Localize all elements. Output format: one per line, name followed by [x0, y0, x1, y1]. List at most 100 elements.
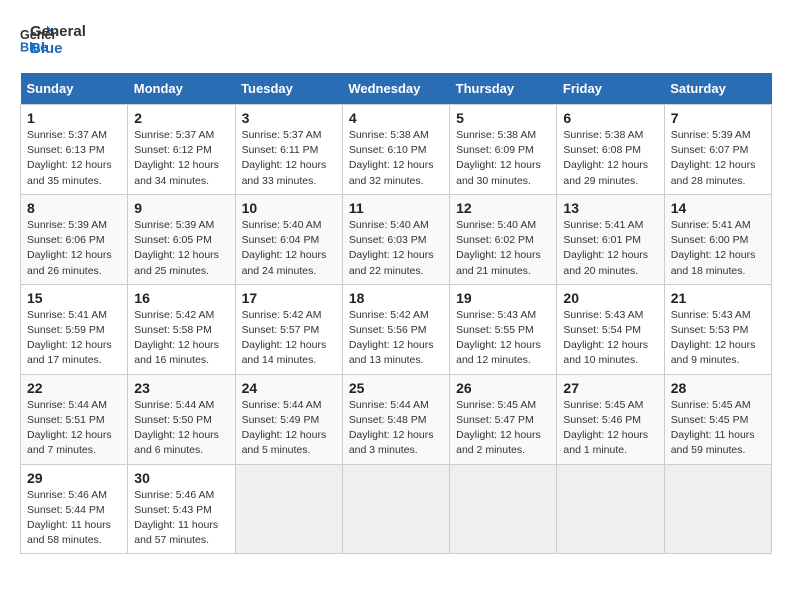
calendar-cell: 19 Sunrise: 5:43 AMSunset: 5:55 PMDayligh… [450, 284, 557, 374]
day-number: 15 [27, 290, 121, 306]
calendar-cell: 3 Sunrise: 5:37 AMSunset: 6:11 PMDaylight… [235, 105, 342, 195]
day-number: 2 [134, 110, 228, 126]
calendar-cell: 13 Sunrise: 5:41 AMSunset: 6:01 PMDayligh… [557, 194, 664, 284]
weekday-header-wednesday: Wednesday [342, 73, 449, 105]
calendar-cell [557, 464, 664, 554]
weekday-header-tuesday: Tuesday [235, 73, 342, 105]
calendar-cell: 15 Sunrise: 5:41 AMSunset: 5:59 PMDayligh… [21, 284, 128, 374]
day-number: 10 [242, 200, 336, 216]
weekday-header-friday: Friday [557, 73, 664, 105]
calendar-cell: 28 Sunrise: 5:45 AMSunset: 5:45 PMDayligh… [664, 374, 771, 464]
day-info: Sunrise: 5:41 AMSunset: 6:00 PMDaylight:… [671, 218, 765, 279]
weekday-header-saturday: Saturday [664, 73, 771, 105]
day-number: 6 [563, 110, 657, 126]
page-header: General Blue General Blue [20, 20, 772, 57]
day-number: 29 [27, 470, 121, 486]
day-number: 18 [349, 290, 443, 306]
day-info: Sunrise: 5:40 AMSunset: 6:03 PMDaylight:… [349, 218, 443, 279]
calendar-cell: 14 Sunrise: 5:41 AMSunset: 6:00 PMDayligh… [664, 194, 771, 284]
calendar-cell: 22Sunrise: 5:44 AMSunset: 5:51 PMDayligh… [21, 374, 128, 464]
day-number: 28 [671, 380, 765, 396]
calendar-week-5: 29 Sunrise: 5:46 AMSunset: 5:44 PMDayligh… [21, 464, 772, 554]
day-info: Sunrise: 5:41 AMSunset: 5:59 PMDaylight:… [27, 308, 121, 369]
calendar-cell: 5 Sunrise: 5:38 AMSunset: 6:09 PMDaylight… [450, 105, 557, 195]
calendar-cell: 2 Sunrise: 5:37 AMSunset: 6:12 PMDaylight… [128, 105, 235, 195]
calendar-cell: 26 Sunrise: 5:45 AMSunset: 5:47 PMDayligh… [450, 374, 557, 464]
calendar-week-2: 8 Sunrise: 5:39 AMSunset: 6:06 PMDaylight… [21, 194, 772, 284]
calendar-week-4: 22Sunrise: 5:44 AMSunset: 5:51 PMDayligh… [21, 374, 772, 464]
weekday-header-row: SundayMondayTuesdayWednesdayThursdayFrid… [21, 73, 772, 105]
calendar-body: 1 Sunrise: 5:37 AMSunset: 6:13 PMDaylight… [21, 105, 772, 554]
day-number: 11 [349, 200, 443, 216]
weekday-header-sunday: Sunday [21, 73, 128, 105]
day-number: 14 [671, 200, 765, 216]
day-info: Sunrise: 5:45 AMSunset: 5:47 PMDaylight:… [456, 398, 550, 459]
day-number: 21 [671, 290, 765, 306]
day-number: 13 [563, 200, 657, 216]
calendar-cell: 21Sunrise: 5:43 AMSunset: 5:53 PMDayligh… [664, 284, 771, 374]
day-info: Sunrise: 5:42 AMSunset: 5:58 PMDaylight:… [134, 308, 228, 369]
day-info: Sunrise: 5:43 AMSunset: 5:54 PMDaylight:… [563, 308, 657, 369]
day-info: Sunrise: 5:46 AMSunset: 5:44 PMDaylight:… [27, 488, 121, 549]
day-number: 7 [671, 110, 765, 126]
calendar-cell: 12Sunrise: 5:40 AMSunset: 6:02 PMDayligh… [450, 194, 557, 284]
day-number: 26 [456, 380, 550, 396]
day-number: 22 [27, 380, 121, 396]
day-info: Sunrise: 5:37 AMSunset: 6:11 PMDaylight:… [242, 128, 336, 189]
calendar-cell: 8 Sunrise: 5:39 AMSunset: 6:06 PMDaylight… [21, 194, 128, 284]
day-number: 4 [349, 110, 443, 126]
day-info: Sunrise: 5:37 AMSunset: 6:13 PMDaylight:… [27, 128, 121, 189]
day-number: 20 [563, 290, 657, 306]
calendar-cell: 25Sunrise: 5:44 AMSunset: 5:48 PMDayligh… [342, 374, 449, 464]
day-number: 17 [242, 290, 336, 306]
calendar-cell: 6 Sunrise: 5:38 AMSunset: 6:08 PMDaylight… [557, 105, 664, 195]
day-info: Sunrise: 5:43 AMSunset: 5:55 PMDaylight:… [456, 308, 550, 369]
day-info: Sunrise: 5:42 AMSunset: 5:56 PMDaylight:… [349, 308, 443, 369]
weekday-header-monday: Monday [128, 73, 235, 105]
calendar-cell [342, 464, 449, 554]
day-number: 9 [134, 200, 228, 216]
weekday-header-thursday: Thursday [450, 73, 557, 105]
calendar-cell: 7 Sunrise: 5:39 AMSunset: 6:07 PMDaylight… [664, 105, 771, 195]
day-info: Sunrise: 5:39 AMSunset: 6:05 PMDaylight:… [134, 218, 228, 279]
day-info: Sunrise: 5:38 AMSunset: 6:09 PMDaylight:… [456, 128, 550, 189]
calendar-cell: 20 Sunrise: 5:43 AMSunset: 5:54 PMDayligh… [557, 284, 664, 374]
day-info: Sunrise: 5:44 AMSunset: 5:49 PMDaylight:… [242, 398, 336, 459]
day-info: Sunrise: 5:44 AMSunset: 5:50 PMDaylight:… [134, 398, 228, 459]
calendar-cell: 30Sunrise: 5:46 AMSunset: 5:43 PMDayligh… [128, 464, 235, 554]
calendar-cell: 18 Sunrise: 5:42 AMSunset: 5:56 PMDayligh… [342, 284, 449, 374]
day-info: Sunrise: 5:45 AMSunset: 5:45 PMDaylight:… [671, 398, 765, 459]
day-number: 3 [242, 110, 336, 126]
calendar-cell: 24Sunrise: 5:44 AMSunset: 5:49 PMDayligh… [235, 374, 342, 464]
logo-general: General [30, 24, 86, 41]
day-info: Sunrise: 5:42 AMSunset: 5:57 PMDaylight:… [242, 308, 336, 369]
calendar-cell: 11 Sunrise: 5:40 AMSunset: 6:03 PMDayligh… [342, 194, 449, 284]
day-info: Sunrise: 5:46 AMSunset: 5:43 PMDaylight:… [134, 488, 228, 549]
calendar-week-1: 1 Sunrise: 5:37 AMSunset: 6:13 PMDaylight… [21, 105, 772, 195]
calendar-cell: 29 Sunrise: 5:46 AMSunset: 5:44 PMDayligh… [21, 464, 128, 554]
day-number: 19 [456, 290, 550, 306]
day-number: 5 [456, 110, 550, 126]
day-info: Sunrise: 5:39 AMSunset: 6:07 PMDaylight:… [671, 128, 765, 189]
calendar-cell: 4Sunrise: 5:38 AMSunset: 6:10 PMDaylight… [342, 105, 449, 195]
calendar-cell [235, 464, 342, 554]
day-info: Sunrise: 5:40 AMSunset: 6:04 PMDaylight:… [242, 218, 336, 279]
calendar-cell: 23Sunrise: 5:44 AMSunset: 5:50 PMDayligh… [128, 374, 235, 464]
day-number: 8 [27, 200, 121, 216]
calendar-cell [664, 464, 771, 554]
logo: General Blue General Blue [20, 20, 86, 57]
calendar-cell: 16 Sunrise: 5:42 AMSunset: 5:58 PMDayligh… [128, 284, 235, 374]
calendar-cell: 17 Sunrise: 5:42 AMSunset: 5:57 PMDayligh… [235, 284, 342, 374]
day-info: Sunrise: 5:39 AMSunset: 6:06 PMDaylight:… [27, 218, 121, 279]
calendar-cell: 10 Sunrise: 5:40 AMSunset: 6:04 PMDayligh… [235, 194, 342, 284]
day-number: 16 [134, 290, 228, 306]
calendar-week-3: 15 Sunrise: 5:41 AMSunset: 5:59 PMDayligh… [21, 284, 772, 374]
day-info: Sunrise: 5:45 AMSunset: 5:46 PMDaylight:… [563, 398, 657, 459]
logo-blue: Blue [30, 41, 86, 58]
day-info: Sunrise: 5:41 AMSunset: 6:01 PMDaylight:… [563, 218, 657, 279]
day-info: Sunrise: 5:37 AMSunset: 6:12 PMDaylight:… [134, 128, 228, 189]
day-info: Sunrise: 5:38 AMSunset: 6:08 PMDaylight:… [563, 128, 657, 189]
day-number: 27 [563, 380, 657, 396]
day-number: 25 [349, 380, 443, 396]
day-number: 1 [27, 110, 121, 126]
